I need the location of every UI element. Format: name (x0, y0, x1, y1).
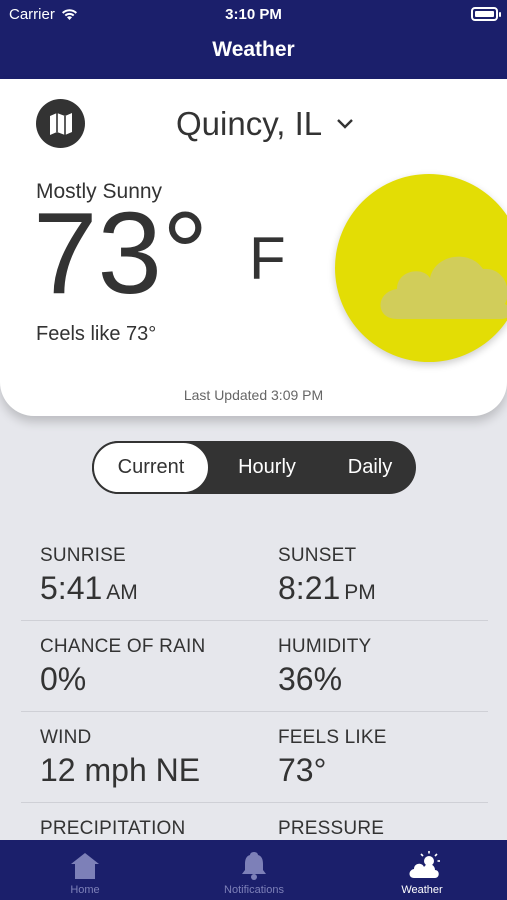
temperature-unit: F (249, 225, 286, 292)
header: Carrier 3:10 PM Weather (0, 0, 507, 79)
tab-notifications-label: Notifications (224, 884, 284, 896)
chevron-down-icon (337, 119, 353, 129)
segment-hourly[interactable]: Hourly (210, 441, 324, 494)
map-button[interactable] (36, 99, 85, 148)
sunrise-label: SUNRISE (40, 545, 126, 566)
location-selector[interactable]: Quincy, IL (176, 105, 354, 143)
wind-value: 12 mph NE (40, 752, 201, 788)
sunset-value: 8:21 (278, 570, 341, 606)
tab-bar: Home Notifications Weather (0, 840, 507, 900)
sunset-label: SUNSET (278, 545, 357, 566)
current-weather-card: Quincy, IL Mostly Sunny 73° F Feels like… (0, 79, 507, 416)
precipitation-label: PRECIPITATION (40, 818, 186, 839)
segment-current[interactable]: Current (92, 441, 210, 494)
precipitation-cell: PRECIPITATION (40, 803, 185, 840)
battery-icon (471, 7, 501, 21)
pressure-label: PRESSURE (278, 818, 385, 839)
detail-row: CHANCE OF RAIN 0% HUMIDITY 36% (21, 621, 488, 712)
tab-weather[interactable]: Weather (362, 840, 482, 900)
temperature-value: 73° (33, 188, 209, 318)
tab-home-label: Home (70, 884, 100, 896)
weather-details-list: SUNRISE 5:41 AM SUNSET 8:21 PM CHANCE OF R… (0, 530, 507, 840)
humidity-cell: HUMIDITY 36% (278, 621, 371, 698)
bell-icon (242, 852, 266, 880)
location-label: Quincy, IL (176, 105, 323, 142)
detail-row: PRECIPITATION PRESSURE (21, 803, 488, 840)
sunset-cell: SUNSET 8:21 PM (278, 530, 376, 607)
tab-notifications[interactable]: Notifications (194, 840, 314, 900)
status-bar: Carrier 3:10 PM (0, 0, 507, 30)
pressure-cell: PRESSURE (278, 803, 384, 840)
humidity-value: 36% (278, 661, 343, 697)
cloud-icon (380, 256, 507, 319)
feels-like-label: FEELS LIKE (278, 727, 387, 748)
house-icon (71, 853, 99, 879)
partly-sunny-icon (335, 174, 507, 362)
segment-daily[interactable]: Daily (324, 441, 416, 494)
view-segmented-control: Current Hourly Daily (92, 441, 416, 494)
wind-cell: WIND 12 mph NE (40, 712, 200, 789)
wind-label: WIND (40, 727, 92, 748)
chance-of-rain-label: CHANCE OF RAIN (40, 636, 206, 657)
weather-cloud-sun-icon (409, 851, 440, 878)
status-time: 3:10 PM (225, 6, 282, 23)
chance-of-rain-cell: CHANCE OF RAIN 0% (40, 621, 205, 698)
page-title: Weather (212, 38, 295, 61)
sunset-suffix: PM (344, 581, 376, 604)
feels-like-value: 73° (278, 752, 327, 788)
sunset-value-wrap: 8:21 PM (278, 570, 376, 607)
tab-home[interactable]: Home (25, 840, 145, 900)
map-icon (49, 112, 72, 135)
feels-like-cell: FEELS LIKE 73° (278, 712, 387, 789)
feels-like-text: Feels like 73° (36, 323, 157, 345)
last-updated-text: Last Updated 3:09 PM (183, 387, 324, 403)
humidity-label: HUMIDITY (278, 636, 372, 657)
tab-weather-label: Weather (401, 884, 443, 896)
sunrise-cell: SUNRISE 5:41 AM (40, 530, 138, 607)
sunrise-suffix: AM (106, 581, 138, 604)
chance-of-rain-value: 0% (40, 661, 87, 697)
sunrise-value-wrap: 5:41 AM (40, 570, 138, 607)
sunrise-value: 5:41 (40, 570, 103, 606)
detail-row: SUNRISE 5:41 AM SUNSET 8:21 PM (21, 530, 488, 621)
detail-row: WIND 12 mph NE FEELS LIKE 73° (21, 712, 488, 803)
